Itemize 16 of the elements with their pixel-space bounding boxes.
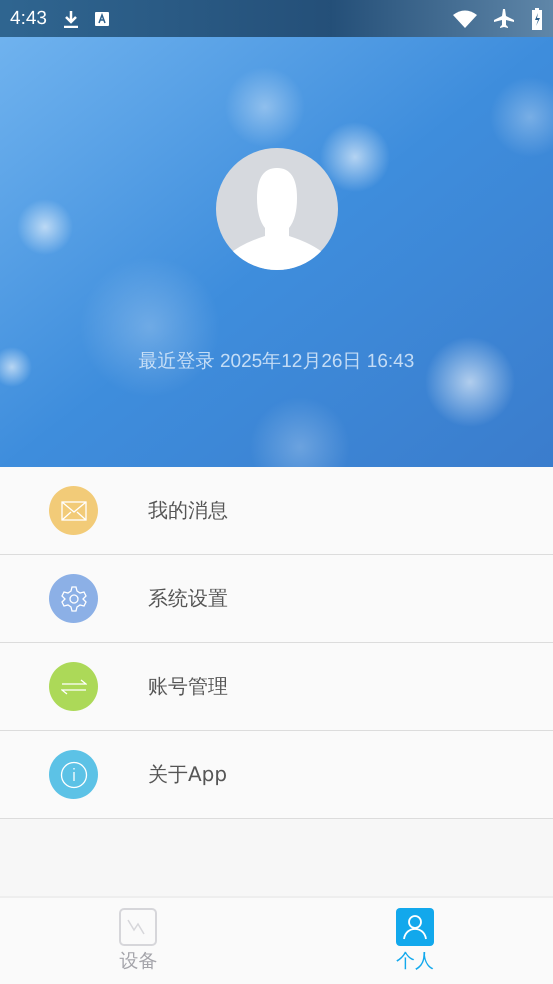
menu-label: 账号管理 [148, 673, 228, 700]
menu-label: 我的消息 [148, 497, 228, 524]
last-login-text: 最近登录 2025年12月26日 16:43 [138, 350, 414, 374]
status-time: 4:43 [10, 8, 47, 30]
swap-arrows-icon [60, 678, 86, 694]
menu-label: 关于App [148, 761, 228, 788]
envelope-icon [60, 500, 86, 520]
download-icon [62, 10, 79, 28]
airplane-icon [493, 8, 515, 30]
menu-label: 系统设置 [148, 585, 228, 612]
gear-icon [60, 586, 86, 612]
wifi-icon [453, 10, 477, 28]
battery-charging-icon [531, 8, 543, 30]
info-icon [60, 760, 88, 788]
app-icon [94, 12, 109, 26]
person-icon [396, 908, 434, 946]
